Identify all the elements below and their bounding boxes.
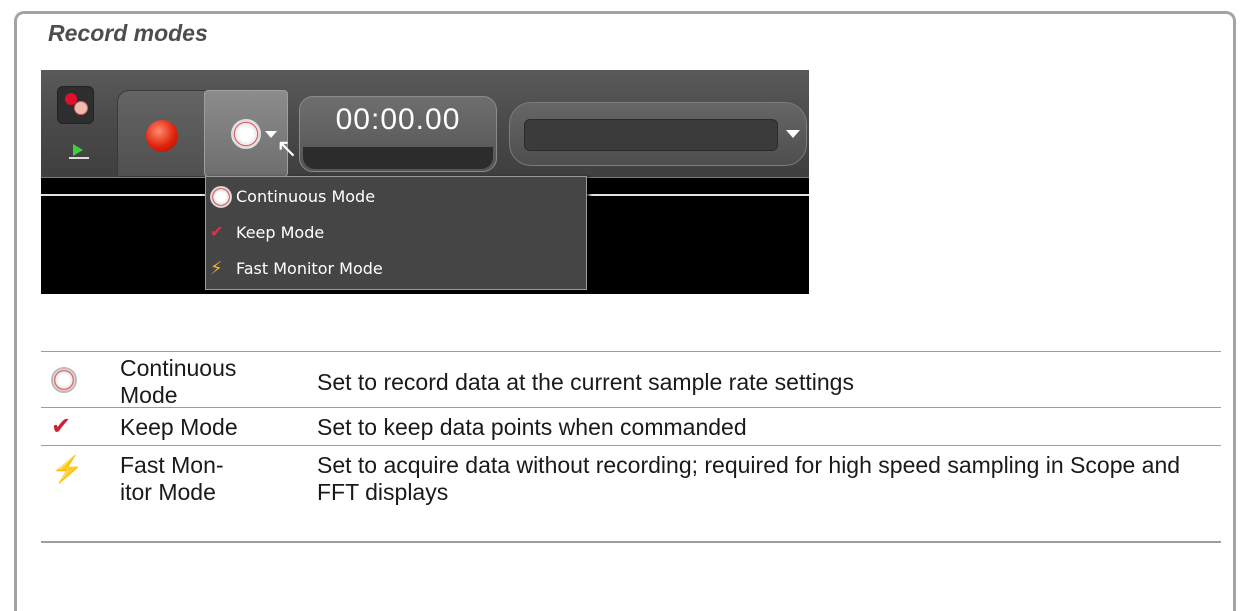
table-row: ⚡ Fast Mon- itor Mode Set to acquire dat… — [41, 445, 1221, 542]
mode-name: Fast Mon- itor Mode — [120, 452, 224, 505]
chevron-down-icon — [786, 130, 800, 138]
mode-description: Set to acquire data without recording; r… — [317, 452, 1181, 505]
table-bottom-border — [41, 541, 1221, 543]
time-display: 00:00.00 — [299, 96, 497, 172]
dropdown-field[interactable] — [524, 119, 778, 151]
mouse-cursor-icon: ↖ — [276, 133, 298, 163]
mode-name: Keep Mode — [120, 414, 238, 440]
time-progress-bar — [303, 147, 493, 169]
section-title: Record modes — [48, 20, 208, 46]
mode-name: Continuous Mode — [120, 355, 237, 408]
record-setup-button[interactable] — [57, 86, 94, 124]
dropdown-combo[interactable] — [509, 102, 807, 166]
table-row: ✔ Keep Mode Set to keep data points when… — [41, 407, 1221, 446]
fast-monitor-mode-icon: ⚡ — [51, 454, 84, 484]
play-icon[interactable] — [73, 144, 83, 156]
menu-item-label: Fast Monitor Mode — [236, 259, 383, 278]
fast-monitor-mode-icon: ⚡ — [210, 258, 223, 279]
menu-item-continuous-mode[interactable]: Continuous Mode — [206, 179, 586, 215]
record-mode-menu: Continuous Mode ✔ Keep Mode ⚡ Fast Monit… — [205, 176, 587, 290]
menu-item-fast-monitor-mode[interactable]: ⚡ Fast Monitor Mode — [206, 251, 586, 287]
record-button[interactable] — [146, 120, 178, 152]
keep-mode-icon: ✔ — [51, 413, 72, 440]
toolbar: ↖ 00:00.00 — [41, 70, 809, 177]
record-button-area — [117, 90, 211, 177]
menu-item-keep-mode[interactable]: ✔ Keep Mode — [206, 215, 586, 251]
continuous-mode-icon — [210, 186, 232, 208]
left-panel — [51, 82, 111, 170]
time-display-value: 00:00.00 — [335, 103, 461, 136]
continuous-mode-icon — [231, 119, 261, 149]
table-row: Continuous Mode Set to record data at th… — [41, 351, 1221, 408]
mode-description: Set to keep data points when commanded — [317, 414, 747, 440]
record-dot-secondary-icon — [74, 101, 88, 115]
mode-description: Set to record data at the current sample… — [317, 369, 854, 395]
play-underline — [69, 157, 89, 159]
continuous-mode-icon — [51, 367, 77, 393]
record-mode-button[interactable]: ↖ — [204, 90, 298, 177]
menu-item-label: Continuous Mode — [236, 187, 376, 206]
menu-item-label: Keep Mode — [236, 223, 325, 242]
toolbar-screenshot: ↖ 00:00.00 Continuous Mode ✔ Keep Mode ⚡… — [41, 70, 809, 294]
keep-mode-icon: ✔ — [210, 222, 224, 241]
